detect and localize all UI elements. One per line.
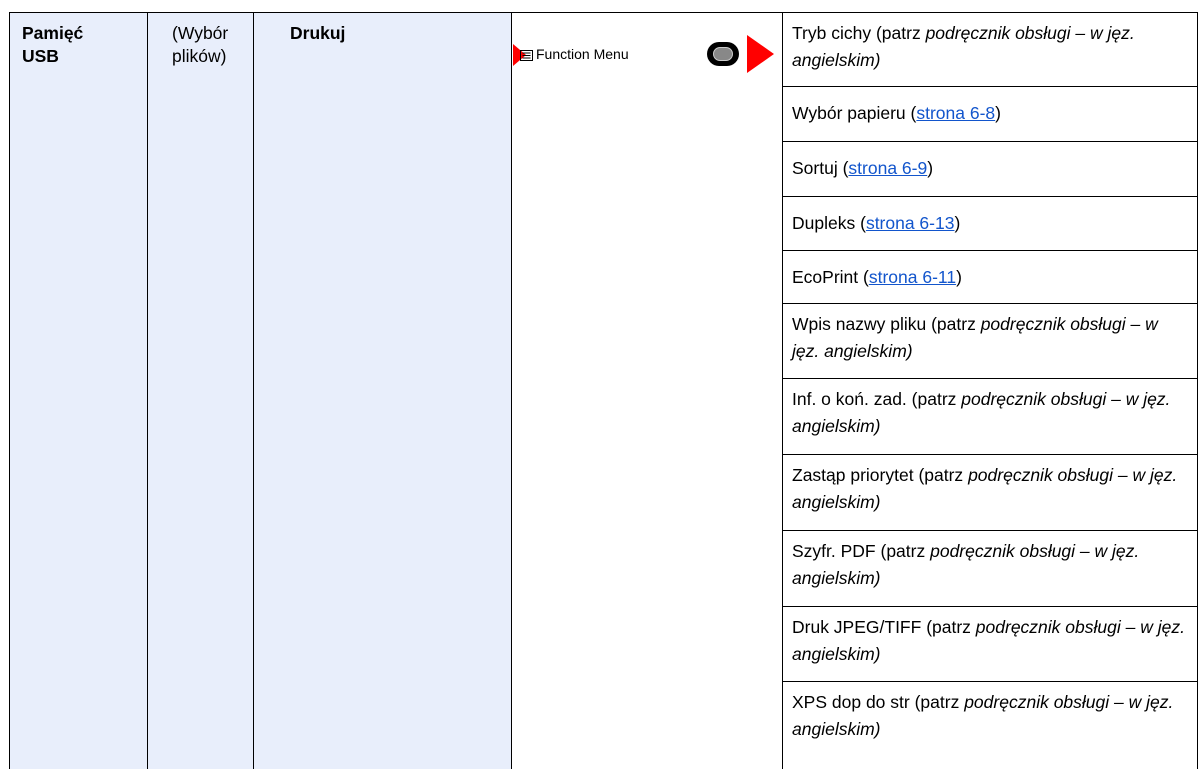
list-menu-icon [520,49,533,61]
reference-manual: podręcznik obsługi [925,23,1071,43]
paren-close: ) [954,213,961,233]
function-menu-text: Function Menu [536,46,629,62]
paren-close: ) [995,103,1001,123]
col2-band [148,13,253,769]
col2-line1: (Wybór [172,23,229,43]
paren-close: ) [927,158,934,178]
reference-manual: podręcznik obsługi [968,465,1114,485]
option-text: Zastąp priorytet (patrz podręcznik obsłu… [792,462,1187,516]
option-row: Wybór papieru (strona 6-8) [783,86,1198,141]
col1-line2: USB [22,46,59,66]
row-divider [783,606,1198,607]
page-link[interactable]: strona 6-8 [916,103,995,123]
option-row: EcoPrint (strona 6-11) [783,250,1198,303]
option-name: Wybór papieru [792,103,906,123]
option-name: Szyfr. PDF [792,541,876,561]
option-name: Inf. o koń. zad. [792,389,907,409]
option-name: Sortuj [792,158,838,178]
reference-prefix: (patrz [918,465,969,485]
col1-label: Pamięć USB [22,22,83,68]
option-name: Wpis nazwy pliku [792,314,927,334]
rule-col3 [253,12,254,769]
row-divider [783,196,1198,197]
option-row: Druk JPEG/TIFF (patrz podręcznik obsługi… [783,606,1198,681]
option-name: Dupleks [792,213,856,233]
reference-prefix: (patrz [926,617,976,637]
row-divider [783,303,1198,304]
col2-label: (Wybór plików) [172,22,228,68]
option-name: Tryb cichy [792,23,872,43]
settings-table: Pamięć USB (Wybór plików) Drukuj Functio… [0,0,1199,769]
col3-band [254,13,511,769]
reference-manual: podręcznik obsługi [930,541,1076,561]
col2-line2: plików) [172,46,227,66]
reference-manual: podręcznik obsługi [980,314,1126,334]
reference-prefix: (patrz [875,23,926,43]
reference-manual: podręcznik obsługi [961,389,1107,409]
row-divider [783,454,1198,455]
function-menu-label: Function Menu [520,45,629,63]
option-text: Wpis nazwy pliku (patrz podręcznik obsłu… [792,311,1187,365]
option-text: Tryb cichy (patrz podręcznik obsługi – w… [792,20,1187,74]
reference-manual: podręcznik obsługi [975,617,1121,637]
function-menu-key-icon [707,42,739,66]
option-row: Dupleks (strona 6-13) [783,196,1198,250]
col3-label: Drukuj [290,23,346,43]
rule-right [1197,12,1198,769]
option-text: Sortuj (strona 6-9) [792,155,1187,182]
option-text: Szyfr. PDF (patrz podręcznik obsługi – w… [792,538,1187,592]
option-text: Wybór papieru (strona 6-8) [792,100,1187,127]
option-name: Druk JPEG/TIFF [792,617,922,637]
reference-manual: podręcznik obsługi [964,692,1110,712]
page-link[interactable]: strona 6-9 [848,158,927,178]
page-link[interactable]: strona 6-13 [866,213,955,233]
row-divider [783,681,1198,682]
reference-prefix: (patrz [880,541,931,561]
option-row: Sortuj (strona 6-9) [783,141,1198,196]
option-row: Szyfr. PDF (patrz podręcznik obsługi – w… [783,530,1198,606]
option-row: Wpis nazwy pliku (patrz podręcznik obsłu… [783,303,1198,378]
rule-col4 [511,12,512,769]
rule-col2 [147,12,148,769]
reference-prefix: (patrz [911,389,962,409]
option-text: Inf. o koń. zad. (patrz podręcznik obsłu… [792,386,1187,440]
option-row: Tryb cichy (patrz podręcznik obsługi – w… [783,12,1197,86]
row-divider [783,530,1198,531]
col1-line1: Pamięć [22,23,84,43]
reference-prefix: (patrz [914,692,965,712]
option-text: Druk JPEG/TIFF (patrz podręcznik obsługi… [792,614,1187,668]
row-divider [783,141,1198,142]
option-text: XPS dop do str (patrz podręcznik obsługi… [792,689,1187,743]
option-name: XPS dop do str [792,692,910,712]
row-divider [783,250,1198,251]
option-name: Zastąp priorytet [792,465,914,485]
option-row: XPS dop do str (patrz podręcznik obsługi… [783,681,1198,769]
option-row: Inf. o koń. zad. (patrz podręcznik obsłu… [783,378,1198,454]
col1-band [10,13,147,769]
row-divider [783,378,1198,379]
option-text: Dupleks (strona 6-13) [792,210,1187,237]
rule-left [9,12,10,769]
page-link[interactable]: strona 6-11 [869,267,956,287]
option-row: Zastąp priorytet (patrz podręcznik obsłu… [783,454,1198,530]
reference-prefix: (patrz [931,314,981,334]
arrow-right-large-icon [747,35,774,73]
option-name: EcoPrint [792,267,859,287]
option-text: EcoPrint (strona 6-11) [792,264,1187,291]
row-divider [783,86,1198,87]
paren-close: ) [956,267,962,287]
